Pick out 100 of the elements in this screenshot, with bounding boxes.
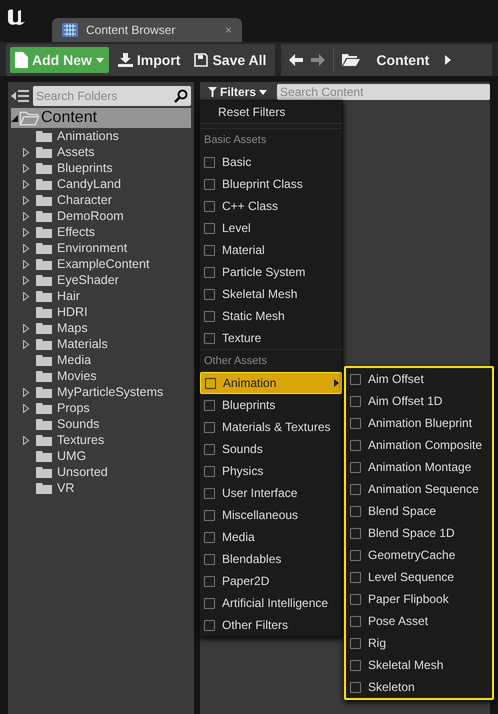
folder-tree-item[interactable]: Character (11, 192, 191, 208)
menu-item[interactable]: Blendables (200, 548, 342, 570)
menu-item[interactable]: Basic (200, 151, 342, 173)
folder-tree-item[interactable]: DemoRoom (11, 208, 191, 224)
menu-item[interactable]: Sounds (200, 438, 342, 460)
menu-item[interactable]: Materials & Textures (200, 416, 342, 438)
menu-item[interactable]: Skeletal Mesh (200, 283, 342, 305)
folder-tree-item[interactable]: Media (11, 352, 191, 368)
folder-tree-item[interactable]: EyeShader (11, 272, 191, 288)
checkbox[interactable] (204, 400, 215, 410)
menu-item[interactable]: Other Filters (200, 614, 342, 636)
checkbox[interactable] (204, 244, 215, 256)
folder-tree-item[interactable]: Blueprints (11, 160, 191, 176)
folder-tree-item[interactable]: Hair (11, 288, 191, 304)
folder-tree-item[interactable]: Effects (11, 224, 191, 240)
folder-tree-item[interactable]: VR (11, 480, 191, 496)
checkbox[interactable] (350, 660, 361, 670)
content-search-field[interactable]: Search Content (277, 84, 490, 100)
content-browser-tab[interactable]: Content Browser × (52, 18, 242, 42)
folder-tree-item[interactable]: Content (11, 108, 191, 128)
checkbox[interactable] (350, 396, 361, 406)
checkbox[interactable] (350, 484, 361, 494)
checkbox[interactable] (204, 576, 215, 586)
import-button[interactable]: Import (112, 47, 186, 73)
menu-item[interactable]: Reset Filters (200, 101, 342, 124)
checkbox[interactable] (350, 462, 361, 472)
forward-arrow-icon[interactable] (311, 54, 326, 66)
back-arrow-icon[interactable] (289, 54, 304, 66)
menu-item[interactable]: Blueprints (200, 394, 342, 416)
checkbox[interactable] (204, 598, 215, 608)
folder-tree-item[interactable]: Materials (11, 336, 191, 352)
checkbox[interactable] (204, 554, 215, 564)
folder-search-field[interactable]: Search Folders (33, 86, 171, 106)
folder-tree-item[interactable]: Animations (11, 128, 191, 144)
checkbox[interactable] (204, 422, 215, 432)
menu-item[interactable]: Animation Montage (346, 456, 492, 478)
checkbox[interactable] (204, 288, 215, 300)
menu-item[interactable]: Pose Asset (346, 610, 492, 632)
path-label[interactable]: Content (376, 52, 430, 68)
menu-item[interactable]: Particle System (200, 261, 342, 283)
menu-item[interactable]: Level (200, 217, 342, 239)
menu-item[interactable]: Miscellaneous (200, 504, 342, 526)
menu-item[interactable]: Rig (346, 632, 492, 654)
folder-tree-item[interactable]: Sounds (11, 416, 191, 432)
checkbox[interactable] (205, 378, 216, 388)
menu-item[interactable]: Texture (200, 327, 342, 349)
menu-item[interactable]: Physics (200, 460, 342, 482)
filters-button[interactable]: Filters (204, 85, 272, 99)
folder-tree-item[interactable]: ExampleContent (11, 256, 191, 272)
checkbox[interactable] (350, 638, 361, 648)
checkbox[interactable] (204, 178, 215, 190)
search-button[interactable] (171, 86, 191, 106)
checkbox[interactable] (350, 440, 361, 450)
checkbox[interactable] (204, 332, 215, 344)
checkbox[interactable] (350, 682, 361, 692)
checkbox[interactable] (204, 444, 215, 454)
checkbox[interactable] (350, 572, 361, 582)
checkbox[interactable] (204, 620, 215, 630)
checkbox[interactable] (350, 528, 361, 538)
checkbox[interactable] (350, 616, 361, 626)
menu-item[interactable]: Aim Offset (346, 368, 492, 390)
menu-item[interactable]: Media (200, 526, 342, 548)
checkbox[interactable] (204, 488, 215, 498)
folder-tree-item[interactable]: HDRI (11, 304, 191, 320)
checkbox[interactable] (204, 310, 215, 322)
folder-tree-item[interactable]: Unsorted (11, 464, 191, 480)
folder-tree-item[interactable]: Maps (11, 320, 191, 336)
menu-item[interactable]: Blueprint Class (200, 173, 342, 195)
menu-item[interactable]: Animation Blueprint (346, 412, 492, 434)
checkbox[interactable] (350, 550, 361, 560)
checkbox[interactable] (350, 594, 361, 604)
menu-item[interactable]: Animation Sequence (346, 478, 492, 500)
menu-item[interactable]: Animation Composite (346, 434, 492, 456)
menu-item[interactable]: Skeletal Mesh (346, 654, 492, 676)
checkbox[interactable] (204, 200, 215, 212)
menu-item[interactable]: Paper Flipbook (346, 588, 492, 610)
menu-item[interactable]: C++ Class (200, 195, 342, 217)
folder-tree-item[interactable]: Environment (11, 240, 191, 256)
menu-item[interactable]: Animation (200, 372, 342, 394)
folder-tree-item[interactable]: Movies (11, 368, 191, 384)
checkbox[interactable] (204, 156, 215, 168)
menu-item[interactable]: Material (200, 239, 342, 261)
checkbox[interactable] (204, 466, 215, 476)
menu-item[interactable]: Static Mesh (200, 305, 342, 327)
checkbox[interactable] (204, 222, 215, 234)
checkbox[interactable] (350, 418, 361, 428)
menu-item[interactable]: Artificial Intelligence (200, 592, 342, 614)
menu-item[interactable]: User Interface (200, 482, 342, 504)
menu-item[interactable]: Level Sequence (346, 566, 492, 588)
menu-item[interactable]: Skeleton (346, 676, 492, 698)
checkbox[interactable] (204, 532, 215, 542)
checkbox[interactable] (350, 506, 361, 516)
save-all-button[interactable]: Save All (189, 47, 272, 73)
menu-item[interactable]: Blend Space (346, 500, 492, 522)
tree-toggle-icon[interactable] (11, 89, 29, 103)
folder-tree-item[interactable]: Textures (11, 432, 191, 448)
menu-item[interactable]: GeometryCache (346, 544, 492, 566)
folder-tree-item[interactable]: UMG (11, 448, 191, 464)
checkbox[interactable] (350, 374, 361, 384)
caret-icon[interactable] (445, 55, 452, 65)
